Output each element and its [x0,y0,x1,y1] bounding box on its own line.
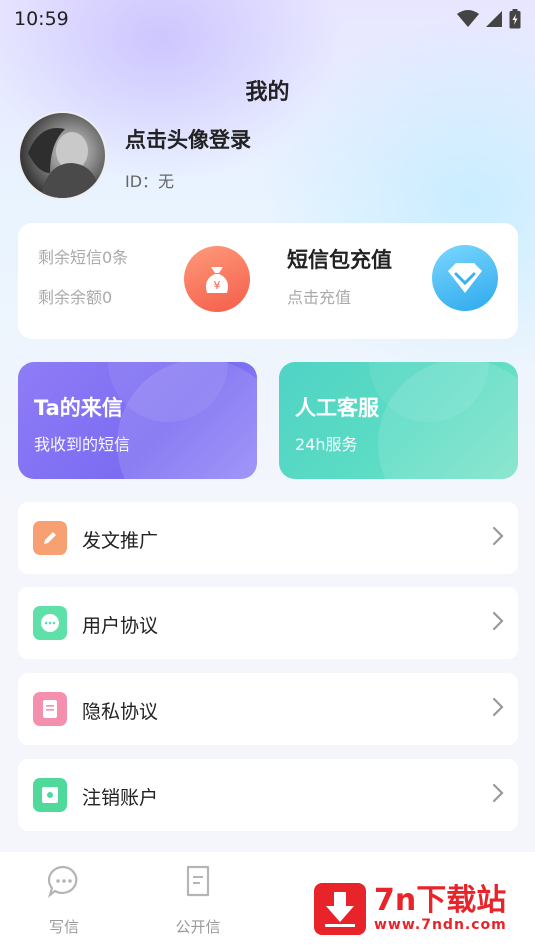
incoming-letters-card[interactable]: Ta的来信 我收到的短信 [18,362,257,479]
tab-write[interactable]: 写信 [4,852,124,951]
account-box-icon [33,778,67,812]
battery-charging-icon [509,9,521,29]
customer-service-title: 人工客服 [295,396,379,420]
user-id: ID：无 [125,172,175,191]
recharge-title[interactable]: 短信包充值 [287,244,392,274]
status-time: 10:59 [14,8,69,30]
tab-label: 写信 [48,918,79,936]
document-icon [33,692,67,726]
sms-remaining: 剩余短信0条 [38,248,129,267]
menu-item-label: 发文推广 [82,530,159,552]
incoming-letters-subtitle: 我收到的短信 [34,435,131,454]
menu-item-promotion[interactable]: 发文推广 [18,502,518,574]
avatar-photo [28,128,102,198]
diamond-icon[interactable] [432,245,498,311]
menu-item-delete-account[interactable]: 注销账户 [18,759,518,831]
tab-public-letters[interactable]: 公开信 [138,852,258,951]
money-symbol: ¥ [214,279,221,292]
menu-item-label: 用户协议 [82,615,159,637]
message-icon [47,865,78,898]
chevron-right-icon [492,611,504,631]
chevron-right-icon [492,697,504,717]
login-prompt[interactable]: 点击头像登录 [125,124,251,154]
watermark: 7n下载站 www.7ndn.com [314,880,522,938]
chat-bubble-icon [33,606,67,640]
menu-item-privacy[interactable]: 隐私协议 [18,673,518,745]
menu-item-user-agreement[interactable]: 用户协议 [18,587,518,659]
customer-service-card[interactable]: 人工客服 24h服务 [279,362,518,479]
recharge-subtitle[interactable]: 点击充值 [287,284,351,308]
balance-remaining: 剩余余额0 [38,288,113,307]
menu-item-label: 注销账户 [82,787,159,809]
tab-label: 公开信 [175,918,221,936]
status-icons [457,9,521,29]
download-arrow-icon [314,883,366,935]
incoming-letters-title: Ta的来信 [34,396,123,420]
avatar[interactable] [18,111,107,200]
menu-item-label: 隐私协议 [82,701,159,723]
page-title: 我的 [245,80,290,105]
watermark-brand: 7n下载站 [374,883,507,918]
edit-icon [33,521,67,555]
customer-service-subtitle: 24h服务 [295,435,358,454]
status-bar: 10:59 [0,0,535,38]
letter-icon [186,865,210,897]
watermark-url: www.7ndn.com [374,917,507,933]
chevron-right-icon [492,526,504,546]
money-bag-icon[interactable]: ¥ [184,246,250,312]
cellular-icon [486,11,502,27]
wifi-icon [457,10,479,27]
chevron-right-icon [492,783,504,803]
